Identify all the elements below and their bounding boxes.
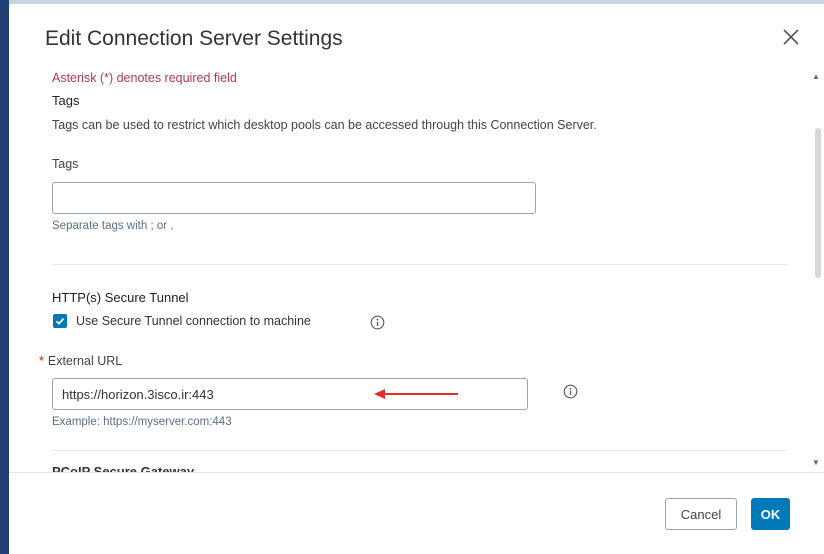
required-field-note: Asterisk (*) denotes required field [52, 71, 237, 85]
info-icon[interactable] [370, 315, 385, 330]
dialog-content[interactable]: Asterisk (*) denotes required field Tags… [9, 66, 824, 472]
tags-description: Tags can be used to restrict which deskt… [52, 118, 597, 132]
use-secure-tunnel-label[interactable]: Use Secure Tunnel connection to machine [76, 314, 311, 328]
dialog-header: Edit Connection Server Settings [9, 4, 824, 66]
section-divider [52, 450, 787, 451]
info-icon[interactable] [563, 384, 578, 399]
background-app-edge [0, 0, 9, 554]
secure-tunnel-section-title: HTTP(s) Secure Tunnel [52, 290, 189, 305]
content-scrollbar[interactable]: ▲ ▼ [809, 66, 824, 472]
scroll-up-arrow-icon[interactable]: ▲ [812, 72, 820, 81]
tags-field-label: Tags [52, 157, 79, 171]
ok-button[interactable]: OK [751, 498, 790, 530]
edit-connection-server-dialog: Edit Connection Server Settings Asterisk… [9, 4, 824, 554]
close-button[interactable] [780, 26, 802, 48]
dialog-footer: Cancel OK [9, 472, 824, 554]
external-url-label: * External URL [39, 354, 122, 368]
tags-input[interactable] [52, 182, 536, 214]
close-icon [783, 29, 799, 45]
section-divider [52, 264, 787, 265]
annotation-arrow [374, 389, 458, 399]
tags-helper: Separate tags with ; or , [52, 220, 174, 232]
external-url-label-text: External URL [47, 354, 123, 368]
external-url-helper: Example: https://myserver.com:443 [52, 416, 232, 428]
tags-section-title: Tags [52, 93, 80, 108]
pcoip-section-title: PCoIP Secure Gateway [52, 464, 195, 472]
scrollbar-thumb[interactable] [815, 128, 821, 278]
cancel-button[interactable]: Cancel [665, 498, 737, 530]
dialog-title: Edit Connection Server Settings [45, 27, 343, 50]
scroll-down-arrow-icon[interactable]: ▼ [812, 458, 820, 467]
checkmark-icon [55, 317, 65, 325]
required-asterisk: * [39, 354, 44, 368]
use-secure-tunnel-checkbox[interactable] [53, 314, 67, 328]
